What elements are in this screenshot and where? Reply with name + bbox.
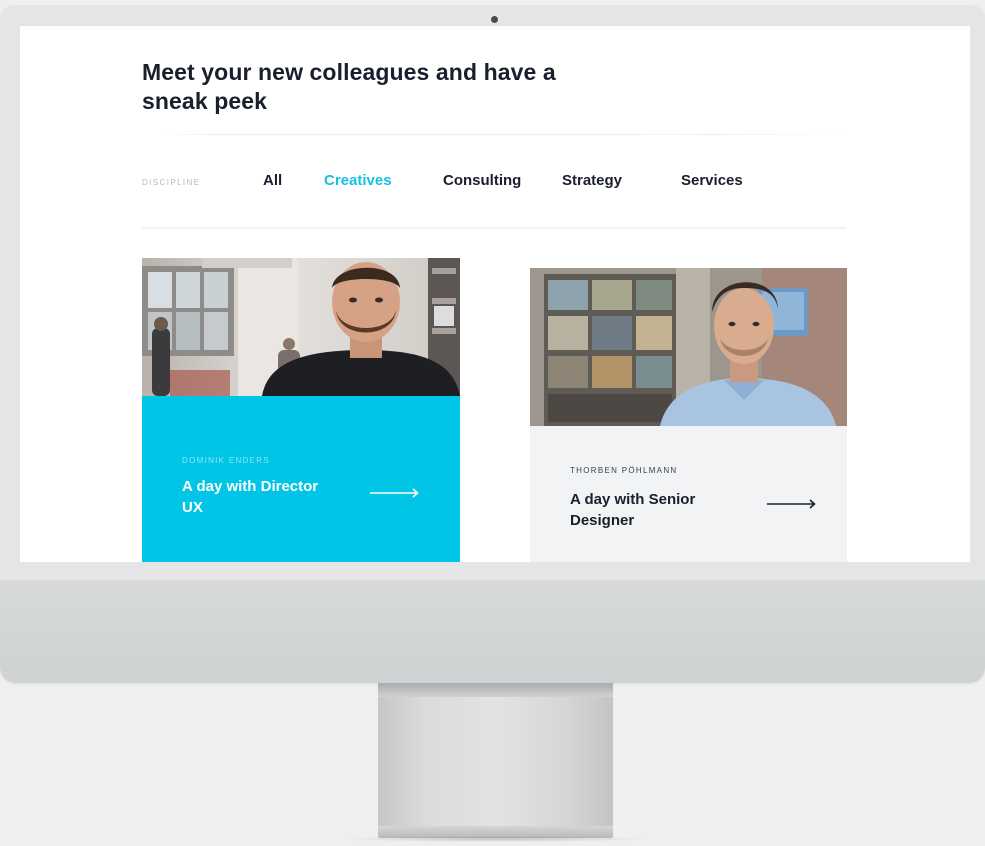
tab-all[interactable]: All bbox=[263, 172, 282, 189]
colleague-name: DOMINIK ENDERS bbox=[182, 456, 270, 465]
card-title: A day with Director UX bbox=[182, 478, 319, 516]
colleague-photo bbox=[142, 258, 460, 396]
colleague-card[interactable]: DOMINIK ENDERS A day with Director UX bbox=[142, 258, 460, 562]
long-arrow-right-icon[interactable] bbox=[370, 486, 420, 498]
monitor-stand-hinge bbox=[378, 683, 613, 697]
monitor-chin bbox=[0, 580, 985, 683]
stand-shadow bbox=[340, 836, 650, 842]
card-title: A day with Senior Designer bbox=[570, 491, 696, 529]
colleague-photo bbox=[530, 268, 847, 426]
discipline-filter: DISCIPLINE All Creatives Consulting Stra… bbox=[142, 172, 842, 192]
long-arrow-right-icon[interactable] bbox=[767, 497, 817, 509]
monitor-stand bbox=[378, 683, 613, 826]
tab-creatives[interactable]: Creatives bbox=[324, 172, 392, 189]
screen: Meet your new colleagues and have a snea… bbox=[20, 26, 970, 562]
card-info-panel: THORBEN PÖHLMANN A day with Senior Desig… bbox=[530, 426, 847, 562]
filter-label: DISCIPLINE bbox=[142, 178, 201, 187]
tab-consulting[interactable]: Consulting bbox=[443, 172, 521, 189]
desktop-monitor-mockup: Meet your new colleagues and have a snea… bbox=[0, 0, 985, 846]
colleague-card[interactable]: THORBEN PÖHLMANN A day with Senior Desig… bbox=[530, 268, 847, 562]
card-info-panel: DOMINIK ENDERS A day with Director UX bbox=[142, 396, 460, 562]
tab-strategy[interactable]: Strategy bbox=[562, 172, 622, 189]
section-divider bbox=[160, 134, 846, 135]
colleague-name: THORBEN PÖHLMANN bbox=[570, 466, 678, 475]
camera-icon bbox=[491, 16, 498, 23]
tab-services[interactable]: Services bbox=[681, 172, 743, 189]
page-title: Meet your new colleagues and have a snea… bbox=[142, 59, 556, 114]
filter-divider bbox=[142, 227, 846, 229]
